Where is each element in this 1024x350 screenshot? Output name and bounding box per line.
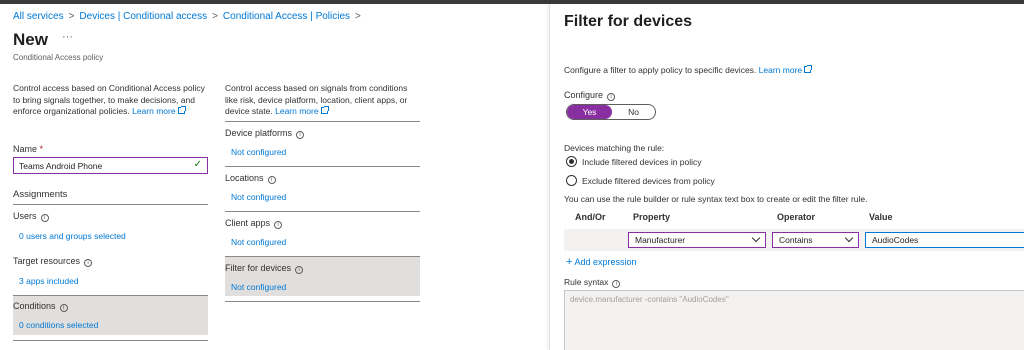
device-platforms-label-text: Device platforms (225, 128, 293, 138)
info-icon[interactable]: i (274, 221, 283, 229)
target-resources-label: Target resources i (13, 256, 93, 267)
target-resources-label-text: Target resources (13, 256, 81, 266)
left-description: Control access based on Conditional Acce… (13, 83, 208, 118)
value-input-text: AudioCodes (872, 235, 919, 245)
info-icon[interactable]: i (612, 280, 621, 288)
conditions-value-link[interactable]: 0 conditions selected (19, 320, 98, 330)
info-icon[interactable]: i (40, 214, 49, 222)
info-icon[interactable]: i (84, 259, 93, 267)
builder-hint: You can use the rule builder or rule syn… (564, 194, 868, 204)
toggle-yes-option[interactable]: Yes (567, 105, 612, 119)
panel-intro: Configure a filter to apply policy to sp… (564, 65, 813, 77)
external-link-icon (320, 106, 329, 114)
panel-intro-text: Configure a filter to apply policy to sp… (564, 65, 757, 75)
info-icon[interactable]: i (296, 131, 305, 139)
include-radio-label: Include filtered devices in policy (582, 157, 702, 167)
column-header-value: Value (869, 212, 893, 222)
name-label-text: Name (13, 144, 38, 154)
page-subtitle: Conditional Access policy (13, 53, 104, 62)
column-header-andor: And/Or (575, 212, 606, 222)
device-platforms-value-link[interactable]: Not configured (231, 147, 286, 157)
breadcrumb-separator: > (355, 11, 361, 22)
ellipsis-icon[interactable]: ··· (62, 31, 73, 43)
target-resources-value-link[interactable]: 3 apps included (19, 276, 79, 286)
rule-syntax-textbox[interactable]: device.manufacturer -contains "AudioCode… (564, 290, 1024, 350)
left-learn-more-label: Learn more (132, 106, 176, 116)
exclude-radio[interactable] (566, 175, 577, 186)
checkmark-icon: ✓ (193, 159, 202, 170)
client-apps-label: Client apps i (225, 218, 283, 229)
users-label-text: Users (13, 211, 37, 221)
info-icon[interactable]: i (607, 93, 616, 101)
rule-syntax-value: device.manufacturer -contains "AudioCode… (570, 295, 729, 304)
divider (13, 204, 208, 205)
page-title: New (13, 30, 48, 49)
divider (225, 301, 420, 302)
breadcrumb-separator: > (212, 11, 218, 22)
middle-learn-more-label: Learn more (275, 106, 319, 116)
device-platforms-label: Device platforms i (225, 128, 305, 139)
chevron-down-icon (844, 233, 854, 243)
client-apps-label-text: Client apps (225, 218, 271, 228)
breadcrumb: All services > Devices | Conditional acces… (13, 11, 366, 22)
include-radio[interactable] (566, 156, 577, 167)
filter-for-devices-label-text: Filter for devices (225, 263, 292, 273)
locations-label: Locations i (225, 173, 276, 184)
panel-title: Filter for devices (564, 13, 693, 30)
divider (225, 121, 420, 122)
breadcrumb-all-services[interactable]: All services (13, 11, 64, 22)
conditions-label: Conditions i (13, 301, 68, 312)
rule-syntax-label: Rule syntax i (564, 277, 621, 288)
configure-label-text: Configure (564, 90, 604, 100)
column-header-property: Property (633, 212, 671, 222)
operator-select[interactable]: Contains (772, 232, 859, 248)
divider (13, 340, 208, 341)
property-select-value: Manufacturer (635, 235, 686, 245)
divider (225, 211, 420, 212)
name-label: Name * (13, 144, 43, 154)
middle-description: Control access based on signals from con… (225, 83, 422, 118)
add-expression-label: Add expression (574, 257, 637, 267)
panel-learn-more-label: Learn more (758, 65, 803, 75)
policy-name-input[interactable]: Teams Android Phone ✓ (13, 157, 208, 174)
users-label: Users i (13, 211, 49, 222)
chevron-down-icon (751, 233, 761, 243)
policy-name-value: Teams Android Phone (19, 161, 103, 171)
rule-syntax-label-text: Rule syntax (564, 277, 609, 287)
toggle-no-option[interactable]: No (612, 105, 655, 119)
configure-toggle[interactable]: Yes No (566, 104, 656, 120)
info-icon[interactable]: i (59, 304, 68, 312)
locations-label-text: Locations (225, 173, 264, 183)
breadcrumb-separator: > (68, 11, 75, 22)
external-link-icon (177, 106, 186, 114)
configure-label: Configure i (564, 90, 616, 101)
property-select[interactable]: Manufacturer (628, 232, 766, 248)
users-value-link[interactable]: 0 users and groups selected (19, 231, 126, 241)
conditions-label-text: Conditions (13, 301, 56, 311)
info-icon[interactable]: i (295, 266, 304, 274)
plus-icon: + (566, 256, 573, 268)
info-icon[interactable]: i (267, 176, 276, 184)
locations-value-link[interactable]: Not configured (231, 192, 286, 202)
devices-matching-label: Devices matching the rule: (564, 143, 665, 153)
value-input[interactable]: AudioCodes (865, 232, 1024, 248)
required-marker: * (39, 144, 44, 154)
client-apps-value-link[interactable]: Not configured (231, 237, 286, 247)
external-link-icon (804, 65, 813, 73)
breadcrumb-conditional-access-policies[interactable]: Conditional Access | Policies (223, 11, 350, 22)
filter-for-devices-label: Filter for devices i (225, 263, 304, 274)
add-expression-button[interactable]: + Add expression (566, 256, 637, 268)
middle-learn-more-link[interactable]: Learn more (275, 106, 329, 116)
filter-for-devices-value-link[interactable]: Not configured (231, 282, 286, 292)
divider (225, 166, 420, 167)
assignments-heading: Assignments (13, 189, 68, 200)
column-header-operator: Operator (777, 212, 816, 222)
panel-learn-more-link[interactable]: Learn more (758, 65, 813, 75)
left-learn-more-link[interactable]: Learn more (132, 106, 186, 116)
operator-select-value: Contains (779, 235, 813, 245)
breadcrumb-devices-conditional-access[interactable]: Devices | Conditional access (79, 11, 207, 22)
exclude-radio-label: Exclude filtered devices from policy (582, 176, 715, 186)
